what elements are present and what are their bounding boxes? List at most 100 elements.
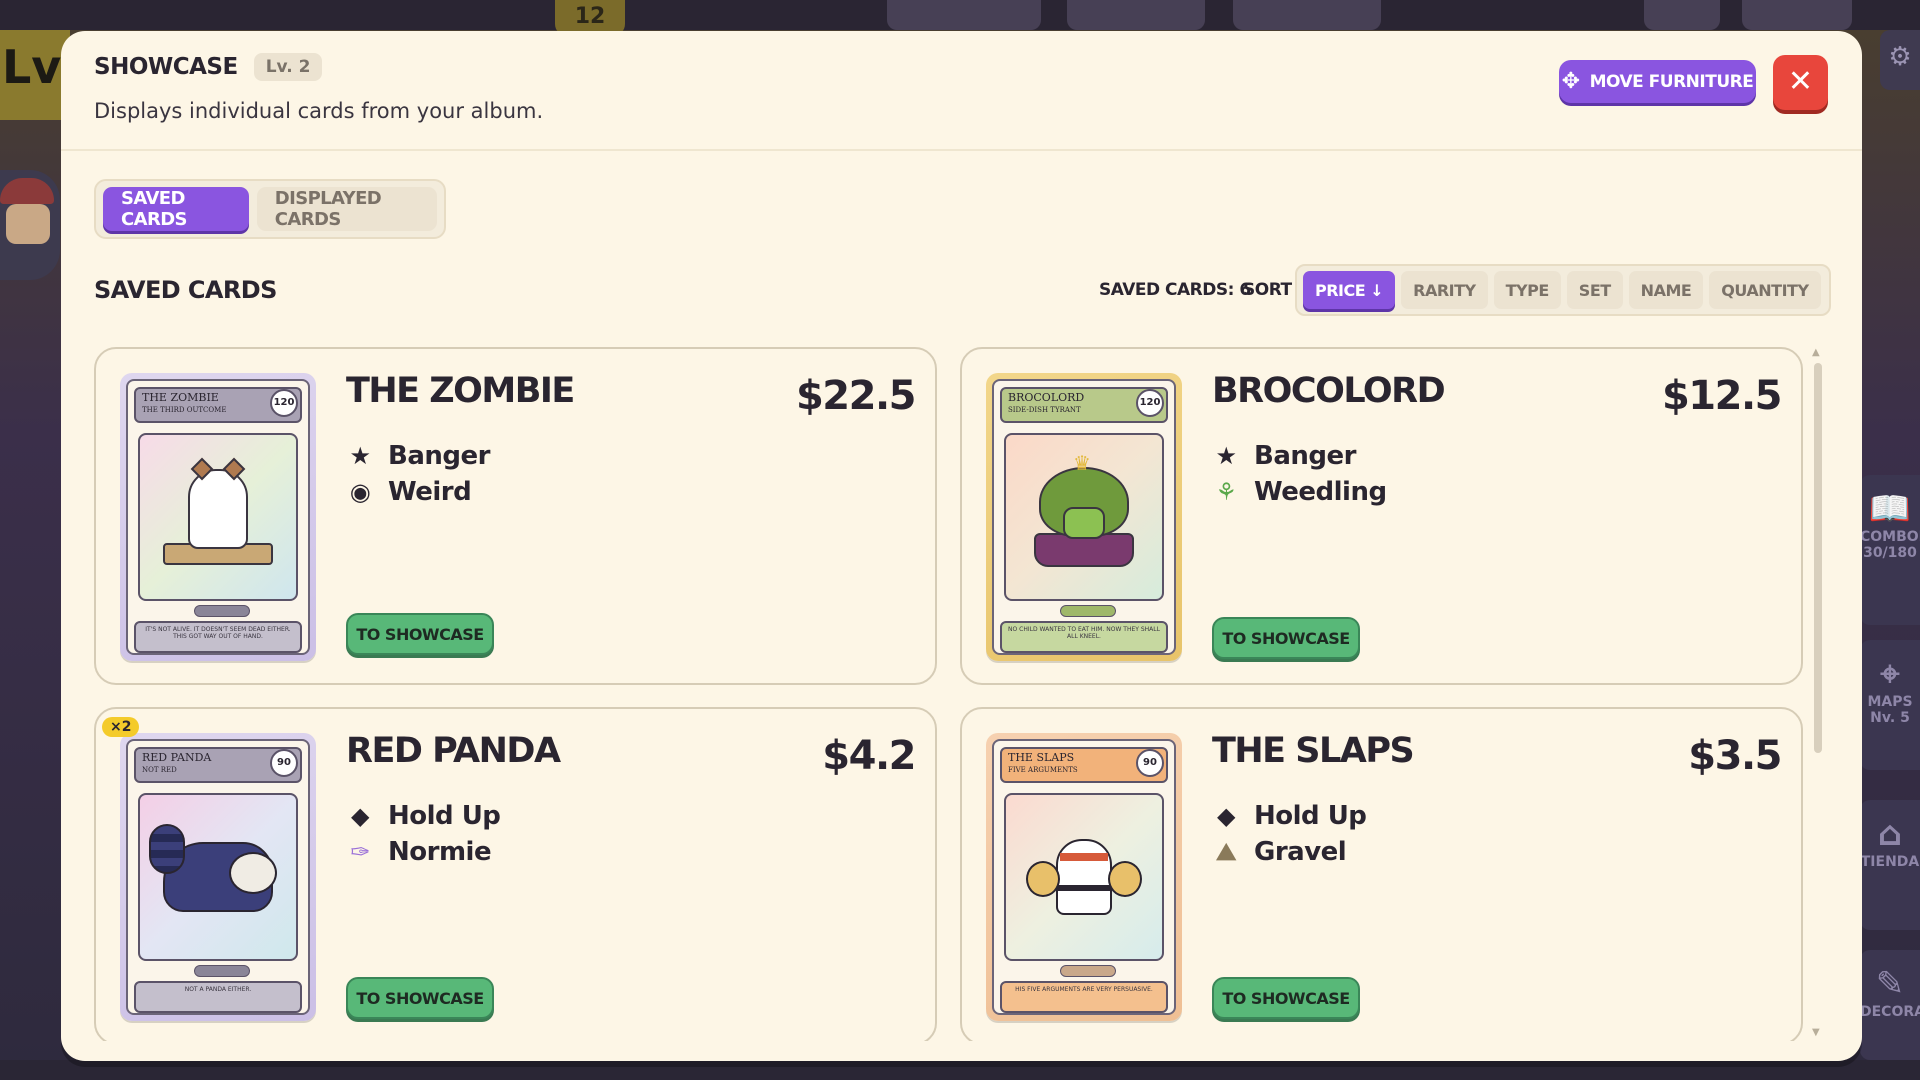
sort-rarity-button[interactable]: RARITY (1401, 271, 1488, 309)
background-tab (1742, 0, 1852, 30)
to-showcase-button[interactable]: TO SHOWCASE (346, 613, 494, 655)
slaps-illustration (1004, 793, 1164, 961)
scrollbar-track[interactable] (1814, 363, 1822, 1023)
art-card-name: BROCOLORD (1008, 391, 1085, 404)
side-item-value: Nv. 5 (1870, 710, 1910, 726)
sort-quantity-button[interactable]: QUANTITY (1709, 271, 1821, 309)
side-item-label: DECORATE (1860, 1004, 1920, 1020)
sort-price-button[interactable]: PRICE ↓ (1303, 271, 1396, 309)
tab-saved-cards[interactable]: SAVED CARDS (103, 187, 249, 231)
star-icon: ★ (349, 442, 371, 470)
side-item-maps[interactable]: ⌖ MAPS Nv. 5 (1860, 640, 1920, 770)
art-hp-badge: 90 (1136, 749, 1164, 777)
art-description: NO CHILD WANTED TO EAT HIM. NOW THEY SHA… (1000, 621, 1168, 653)
settings-gear-icon[interactable]: ⚙ (1880, 30, 1920, 90)
art-type-pill (1060, 965, 1116, 977)
modal-header: SHOWCASE Lv. 2 Displays individual cards… (61, 31, 1862, 151)
card-rarity: ◆ Hold Up (1212, 801, 1367, 831)
rarity-label: Hold Up (388, 801, 501, 831)
art-description: HIS FIVE ARGUMENTS ARE VERY PERSUASIVE. (1000, 981, 1168, 1013)
art-type-pill (1060, 605, 1116, 617)
section-title: SAVED CARDS (94, 276, 277, 304)
art-hp-badge: 120 (1136, 389, 1164, 417)
card-type: ✑ Normie (346, 837, 491, 867)
card-art[interactable]: BROCOLORD SIDE-DISH TYRANT 120 ♛ NO CHILD… (986, 373, 1182, 661)
rarity-label: Hold Up (1254, 801, 1367, 831)
card-name: BROCOLORD (1212, 371, 1446, 411)
card-price: $3.5 (1688, 733, 1782, 779)
side-item-combodex[interactable]: 📖 COMBODEX 30/180 (1860, 475, 1920, 625)
store-icon: ⌂ (1877, 814, 1903, 854)
book-icon: 📖 (1868, 489, 1912, 529)
scrollbar-thumb[interactable] (1814, 363, 1822, 753)
art-hp-badge: 90 (270, 749, 298, 777)
tab-displayed-cards[interactable]: DISPLAYED CARDS (256, 187, 437, 231)
move-arrows-icon: ✥ (1561, 69, 1580, 94)
close-icon: ✕ (1787, 64, 1814, 99)
side-item-value: 30/180 (1863, 545, 1917, 561)
card-item: RED PANDA NOT RED 90 NOT A PANDA EITHER. … (94, 707, 937, 1041)
to-showcase-button[interactable]: TO SHOWCASE (1212, 617, 1360, 659)
sort-set-button[interactable]: SET (1566, 271, 1623, 309)
art-hp-badge: 120 (270, 389, 298, 417)
feather-icon: ✑ (350, 838, 370, 866)
eye-icon: ◉ (349, 478, 371, 506)
type-label: Weedling (1254, 477, 1387, 507)
background-tab (1067, 0, 1205, 30)
sprout-icon: ⚘ (1215, 478, 1237, 506)
card-art[interactable]: THE ZOMBIE THE THIRD OUTCOME 120 IT'S NOT… (120, 373, 316, 661)
side-item-label: TIENDA (1860, 854, 1920, 870)
level-badge: Lv. 2 (253, 53, 323, 81)
to-showcase-button[interactable]: TO SHOWCASE (1212, 977, 1360, 1019)
move-furniture-button[interactable]: ✥ MOVE FURNITURE (1559, 60, 1756, 103)
background-tab (1233, 0, 1381, 30)
card-price: $4.2 (822, 733, 916, 779)
rarity-label: Banger (388, 441, 490, 471)
card-art[interactable]: RED PANDA NOT RED 90 NOT A PANDA EITHER. (120, 733, 316, 1021)
side-item-store[interactable]: ⌂ TIENDA (1860, 800, 1920, 930)
card-item: BROCOLORD SIDE-DISH TYRANT 120 ♛ NO CHILD… (960, 347, 1803, 685)
showcase-modal: SHOWCASE Lv. 2 Displays individual cards… (61, 31, 1862, 1061)
type-label: Gravel (1254, 837, 1347, 867)
background-level-label: Lvl (0, 30, 77, 120)
art-card-name: THE SLAPS (1008, 751, 1075, 764)
card-item: THE ZOMBIE THE THIRD OUTCOME 120 IT'S NOT… (94, 347, 937, 685)
card-price: $22.5 (795, 373, 917, 419)
card-tabs: SAVED CARDS DISPLAYED CARDS (94, 179, 446, 239)
art-description: NOT A PANDA EITHER. (134, 981, 302, 1013)
red-panda-illustration (138, 793, 298, 961)
sort-label: SORT (1243, 280, 1292, 300)
card-type: ◉ Weird (346, 477, 472, 507)
title-row: SHOWCASE Lv. 2 (94, 53, 323, 81)
card-rarity: ★ Banger (1212, 441, 1356, 471)
art-description: IT'S NOT ALIVE. IT DOESN'T SEEM DEAD EIT… (134, 621, 302, 653)
modal-subtitle: Displays individual cards from your albu… (94, 99, 544, 123)
sort-type-button[interactable]: TYPE (1493, 271, 1561, 309)
quantity-badge: ×2 (102, 717, 140, 737)
card-type: ⛰ Gravel (1212, 837, 1347, 867)
side-item-label: COMBODEX (1860, 529, 1920, 545)
close-button[interactable]: ✕ (1773, 55, 1828, 110)
art-type-pill (194, 605, 250, 617)
card-grid: THE ZOMBIE THE THIRD OUTCOME 120 IT'S NOT… (94, 347, 1830, 1041)
rarity-label: Banger (1254, 441, 1356, 471)
modal-title: SHOWCASE (94, 54, 238, 80)
brocolord-illustration: ♛ (1004, 433, 1164, 601)
background-tab (887, 0, 1041, 30)
card-art[interactable]: THE SLAPS FIVE ARGUMENTS 90 HIS FIVE ARGU… (986, 733, 1182, 1021)
saved-cards-count: SAVED CARDS: 6 (1099, 280, 1251, 300)
scroll-up-arrow-icon[interactable]: ▲ (1812, 347, 1820, 358)
art-card-name: THE ZOMBIE (142, 391, 219, 404)
mountain-icon: ⛰ (1216, 838, 1236, 866)
background-tab (1644, 0, 1720, 30)
sort-name-button[interactable]: NAME (1628, 271, 1704, 309)
brush-icon: ✎ (1875, 964, 1905, 1004)
to-showcase-button[interactable]: TO SHOWCASE (346, 977, 494, 1019)
card-type: ⚘ Weedling (1212, 477, 1387, 507)
scroll-down-arrow-icon[interactable]: ▼ (1812, 1027, 1820, 1038)
move-furniture-label: MOVE FURNITURE (1589, 71, 1754, 92)
background-character (0, 170, 60, 280)
art-type-pill (194, 965, 250, 977)
side-item-decorate[interactable]: ✎ DECORATE (1860, 950, 1920, 1060)
zombie-illustration (138, 433, 298, 601)
